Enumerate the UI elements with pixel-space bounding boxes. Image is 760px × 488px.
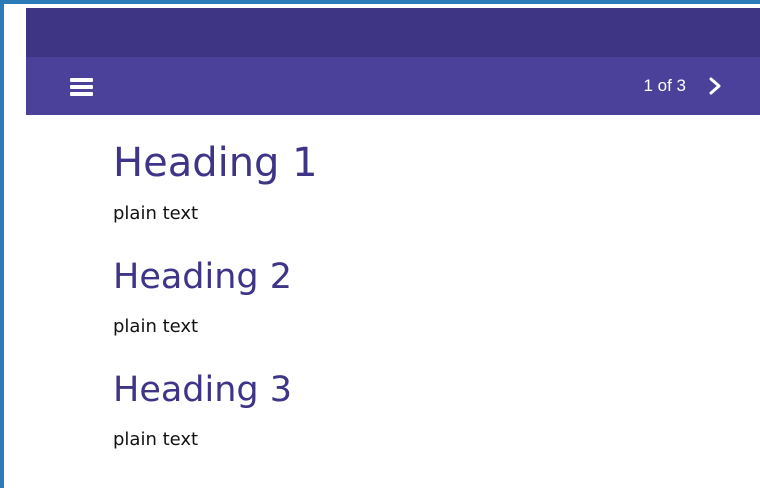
heading-1: Heading 1	[113, 140, 318, 186]
navigation-bar: 1 of 3	[26, 57, 760, 115]
paragraph-2: plain text	[113, 316, 199, 337]
heading-2: Heading 2	[113, 257, 293, 297]
paragraph-3: plain text	[113, 429, 199, 450]
menu-line	[70, 78, 93, 82]
top-bar	[26, 8, 760, 57]
paragraph-1: plain text	[113, 203, 199, 224]
hamburger-menu-icon[interactable]	[70, 78, 93, 96]
menu-line	[70, 92, 93, 96]
chevron-right-icon[interactable]	[706, 76, 724, 96]
heading-3: Heading 3	[113, 370, 293, 410]
main-content: Heading 1 plain text Heading 2 plain tex…	[113, 115, 713, 449]
menu-line	[70, 85, 93, 89]
page-indicator: 1 of 3	[643, 76, 686, 95]
